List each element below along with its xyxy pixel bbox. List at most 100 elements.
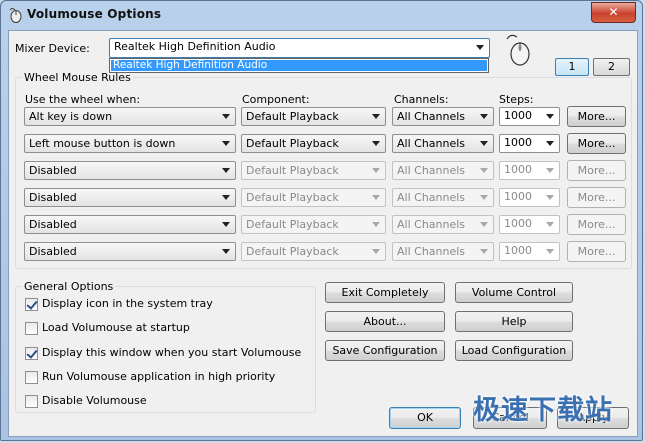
header-component: Component: bbox=[242, 93, 310, 106]
close-button[interactable]: ✕ bbox=[591, 2, 636, 23]
rule-channels-value: All Channels bbox=[397, 137, 466, 150]
rule-when-value: Left mouse button is down bbox=[29, 137, 176, 150]
tab-2[interactable]: 2 bbox=[593, 58, 630, 76]
client-area: Mixer Device: Realtek High Definition Au… bbox=[8, 30, 638, 437]
ok-button[interactable]: OK bbox=[389, 407, 461, 429]
rule-channels-select: All Channels bbox=[392, 161, 494, 180]
chevron-down-icon bbox=[546, 141, 554, 146]
rule-steps-select[interactable]: 1000 bbox=[499, 134, 560, 153]
rule-when-select[interactable]: Disabled bbox=[24, 215, 236, 234]
rule-component-value: Default Playback bbox=[246, 245, 339, 258]
chevron-down-icon bbox=[372, 141, 380, 146]
watermark-text: 极速下载站 bbox=[473, 395, 613, 426]
rule-channels-select[interactable]: All Channels bbox=[392, 107, 494, 126]
rule-more-button: More... bbox=[567, 241, 626, 262]
chevron-down-icon bbox=[476, 45, 484, 50]
rule-component-select: Default Playback bbox=[241, 242, 386, 261]
rule-component-select: Default Playback bbox=[241, 161, 386, 180]
load-configuration-button[interactable]: Load Configuration bbox=[455, 340, 573, 361]
rule-more-button: More... bbox=[567, 214, 626, 235]
header-use-when: Use the wheel when: bbox=[25, 93, 141, 106]
rule-component-select: Default Playback bbox=[241, 188, 386, 207]
option-label[interactable]: Disable Volumouse bbox=[42, 394, 147, 407]
chevron-down-icon bbox=[480, 195, 488, 200]
tab-1[interactable]: 1 bbox=[555, 58, 589, 76]
rule-channels-value: All Channels bbox=[397, 218, 466, 231]
rule-when-value: Disabled bbox=[29, 164, 77, 177]
chevron-down-icon bbox=[546, 168, 554, 173]
rule-component-select: Default Playback bbox=[241, 215, 386, 234]
chevron-down-icon bbox=[372, 195, 380, 200]
rule-when-select[interactable]: Alt key is down bbox=[24, 107, 236, 126]
option-checkbox[interactable] bbox=[25, 395, 38, 408]
rule-steps-select: 1000 bbox=[499, 161, 560, 180]
rule-more-button: More... bbox=[567, 187, 626, 208]
rule-channels-value: All Channels bbox=[397, 191, 466, 204]
option-label[interactable]: Load Volumouse at startup bbox=[42, 321, 190, 334]
mouse-icon bbox=[506, 34, 530, 66]
chevron-down-icon bbox=[222, 168, 230, 173]
volume-control-button[interactable]: Volume Control bbox=[455, 282, 573, 303]
rule-steps-select: 1000 bbox=[499, 188, 560, 207]
option-label[interactable]: Display this window when you start Volum… bbox=[42, 346, 301, 359]
save-configuration-button[interactable]: Save Configuration bbox=[325, 340, 445, 361]
option-checkbox[interactable] bbox=[25, 347, 38, 360]
rule-steps-select[interactable]: 1000 bbox=[499, 107, 560, 126]
title-bar[interactable]: Volumouse Options ✕ bbox=[1, 1, 642, 29]
rule-steps-value: 1000 bbox=[504, 163, 532, 176]
mixer-device-value: Realtek High Definition Audio bbox=[114, 40, 276, 53]
about-button[interactable]: About... bbox=[325, 311, 445, 332]
chevron-down-icon bbox=[480, 141, 488, 146]
rule-component-select[interactable]: Default Playback bbox=[241, 134, 386, 153]
rule-component-value: Default Playback bbox=[246, 191, 339, 204]
rule-component-value: Default Playback bbox=[246, 110, 339, 123]
rule-channels-select: All Channels bbox=[392, 215, 494, 234]
rule-channels-select: All Channels bbox=[392, 188, 494, 207]
rule-when-select[interactable]: Disabled bbox=[24, 161, 236, 180]
chevron-down-icon bbox=[546, 222, 554, 227]
mixer-device-option[interactable]: Realtek High Definition Audio bbox=[111, 60, 487, 71]
rule-component-value: Default Playback bbox=[246, 164, 339, 177]
rule-when-select[interactable]: Disabled bbox=[24, 188, 236, 207]
chevron-down-icon bbox=[222, 249, 230, 254]
mixer-device-label: Mixer Device: bbox=[15, 42, 90, 55]
chevron-down-icon bbox=[480, 222, 488, 227]
rule-when-select[interactable]: Left mouse button is down bbox=[24, 134, 236, 153]
rule-channels-value: All Channels bbox=[397, 110, 466, 123]
chevron-down-icon bbox=[372, 114, 380, 119]
chevron-down-icon bbox=[480, 114, 488, 119]
option-checkbox[interactable] bbox=[25, 322, 38, 335]
option-label[interactable]: Display icon in the system tray bbox=[42, 297, 213, 310]
options-window: Volumouse Options ✕ Mixer Device: Realte… bbox=[0, 0, 643, 441]
option-checkbox[interactable] bbox=[25, 298, 38, 311]
chevron-down-icon bbox=[480, 168, 488, 173]
rule-more-button[interactable]: More... bbox=[567, 133, 626, 154]
chevron-down-icon bbox=[372, 222, 380, 227]
exit-completely-button[interactable]: Exit Completely bbox=[325, 282, 445, 303]
mixer-device-select[interactable]: Realtek High Definition Audio bbox=[109, 38, 490, 58]
rule-channels-select[interactable]: All Channels bbox=[392, 134, 494, 153]
chevron-down-icon bbox=[222, 222, 230, 227]
rule-steps-value: 1000 bbox=[504, 109, 532, 122]
rule-when-select[interactable]: Disabled bbox=[24, 242, 236, 261]
rule-when-value: Disabled bbox=[29, 245, 77, 258]
chevron-down-icon bbox=[546, 114, 554, 119]
option-checkbox[interactable] bbox=[25, 371, 38, 384]
rule-more-button[interactable]: More... bbox=[567, 106, 626, 127]
rule-channels-value: All Channels bbox=[397, 245, 466, 258]
rule-component-select[interactable]: Default Playback bbox=[241, 107, 386, 126]
rule-when-value: Disabled bbox=[29, 191, 77, 204]
rule-steps-select: 1000 bbox=[499, 215, 560, 234]
rule-steps-select: 1000 bbox=[499, 242, 560, 261]
rule-component-value: Default Playback bbox=[246, 218, 339, 231]
chevron-down-icon bbox=[222, 195, 230, 200]
chevron-down-icon bbox=[546, 195, 554, 200]
rule-channels-value: All Channels bbox=[397, 164, 466, 177]
mixer-device-dropdown-list[interactable]: Realtek High Definition Audio bbox=[109, 58, 489, 73]
chevron-down-icon bbox=[480, 249, 488, 254]
help-button[interactable]: Help bbox=[455, 311, 573, 332]
header-steps: Steps: bbox=[499, 93, 534, 106]
option-label[interactable]: Run Volumouse application in high priori… bbox=[42, 370, 275, 383]
rule-steps-value: 1000 bbox=[504, 217, 532, 230]
chevron-down-icon bbox=[546, 249, 554, 254]
